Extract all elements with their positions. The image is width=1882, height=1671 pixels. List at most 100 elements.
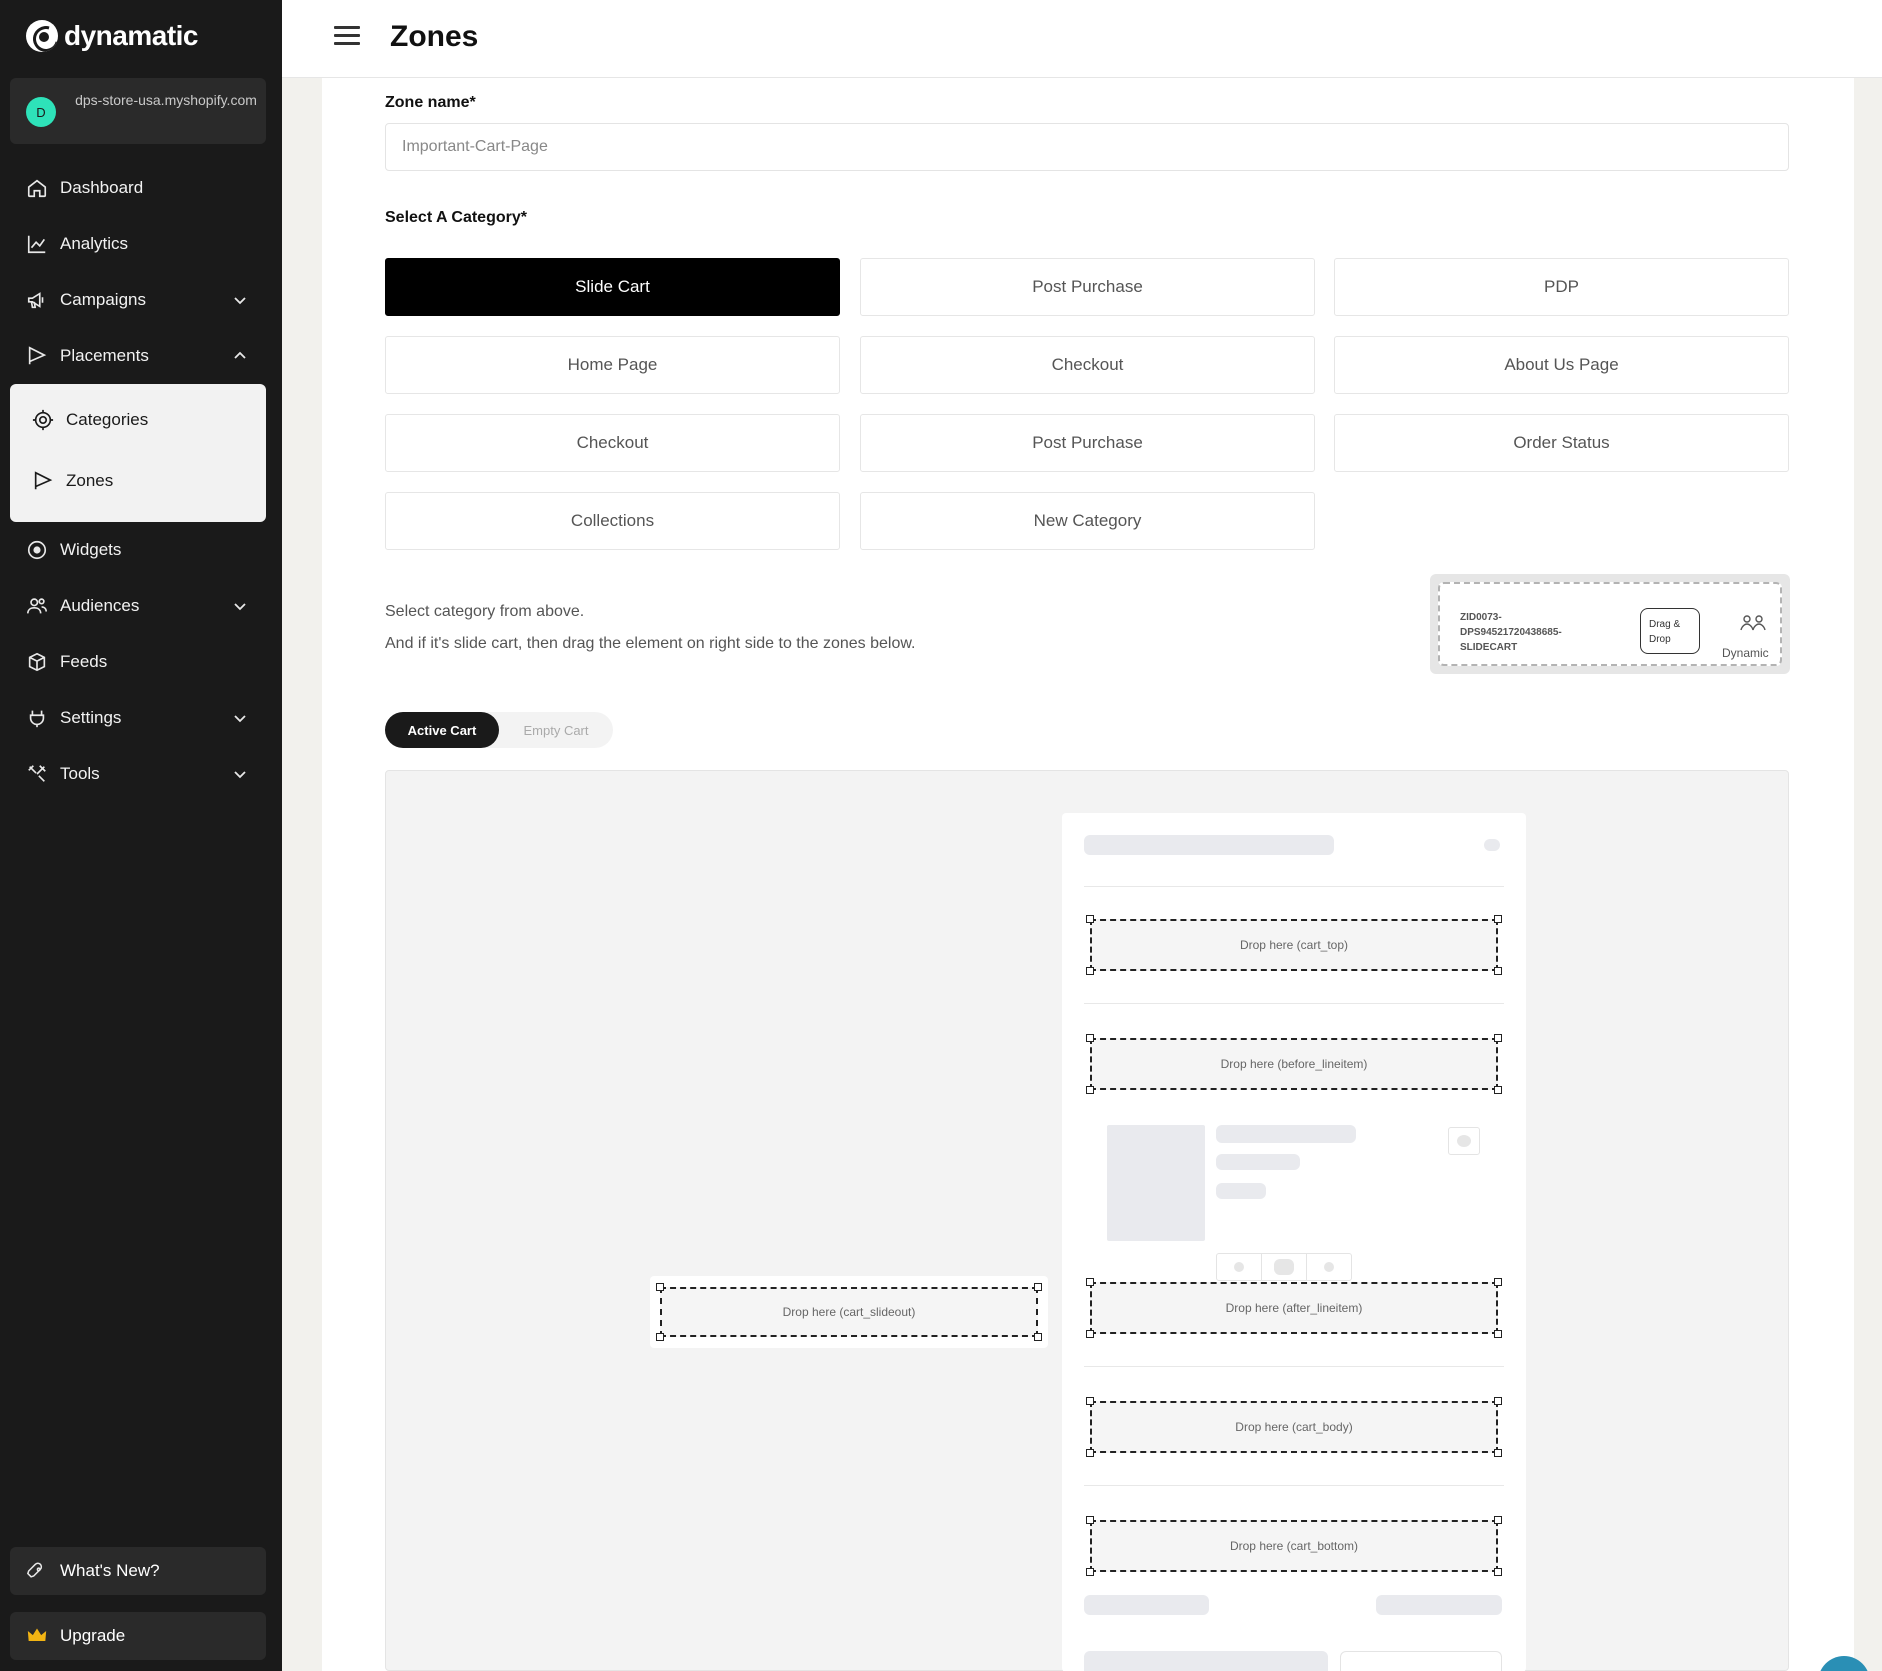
draggable-element[interactable]: ZID0073-DPS94521720438685-SLIDECART Drag… (1438, 582, 1782, 666)
drop-zone-cart-slideout[interactable]: Drop here (cart_slideout) (656, 1283, 1042, 1341)
draggable-element-container: ZID0073-DPS94521720438685-SLIDECART Drag… (1430, 574, 1790, 674)
skeleton-secondary-button (1340, 1651, 1502, 1671)
brand[interactable]: dynamatic (26, 20, 199, 52)
skeleton-subtotal-value (1376, 1595, 1502, 1615)
upgrade-button[interactable]: Upgrade (10, 1612, 266, 1660)
sidebar-item-label: Analytics (60, 234, 129, 253)
zone-element-id: ZID0073-DPS94521720438685-SLIDECART (1460, 612, 1562, 653)
chart-line-icon (26, 233, 48, 255)
sidebar-item-campaigns[interactable]: Campaigns (10, 278, 266, 322)
sidebar-item-categories[interactable]: Categories (10, 398, 266, 442)
sidebar-item-tools[interactable]: Tools (10, 752, 266, 796)
category-slide-cart[interactable]: Slide Cart (385, 258, 840, 316)
sidebar-item-dashboard[interactable]: Dashboard (10, 166, 266, 210)
category-new-category[interactable]: New Category (860, 492, 1315, 550)
drop-zone-label: Drop here (before_lineitem) (1220, 1057, 1368, 1071)
sidebar-item-label: Tools (60, 764, 100, 783)
target-icon (32, 409, 54, 431)
zone-name-input[interactable] (385, 123, 1789, 171)
chevron-down-icon (234, 715, 246, 723)
flag-icon (26, 345, 48, 367)
drop-zone-cart-bottom[interactable]: Drop here (cart_bottom) (1086, 1516, 1502, 1576)
drop-zone-label: Drop here (cart_body) (1235, 1420, 1353, 1434)
drop-zone-label: Drop here (cart_bottom) (1229, 1539, 1359, 1553)
category-post-purchase[interactable]: Post Purchase (860, 258, 1315, 316)
sidebar-item-placements[interactable]: Placements (10, 334, 266, 378)
top-bar: Zones (282, 0, 1882, 78)
hamburger-menu-icon[interactable] (334, 26, 360, 50)
chevron-down-icon (234, 297, 246, 305)
category-home-page[interactable]: Home Page (385, 336, 840, 394)
upgrade-label: Upgrade (60, 1626, 126, 1645)
cart-drawer-mock: Drop here (cart_top) Drop here (before_l… (1062, 813, 1526, 1671)
chevron-down-icon (234, 771, 246, 779)
drop-zone-after-lineitem[interactable]: Drop here (after_lineitem) (1086, 1278, 1502, 1338)
home-icon (26, 177, 48, 199)
category-about-us-page[interactable]: About Us Page (1334, 336, 1789, 394)
sidebar-item-label: Widgets (60, 540, 122, 559)
empty-cart-tab[interactable]: Empty Cart (499, 712, 613, 748)
store-avatar: D (26, 97, 56, 127)
zone-name-label: Zone name* (385, 94, 476, 111)
category-label: Select A Category* (385, 209, 527, 226)
crown-icon (26, 1625, 48, 1647)
sidebar-item-label: Feeds (60, 652, 108, 671)
skeleton-line (1216, 1125, 1356, 1143)
megaphone-icon (26, 289, 48, 311)
sidebar-item-feeds[interactable]: Feeds (10, 640, 266, 684)
category-checkout[interactable]: Checkout (860, 336, 1315, 394)
chevron-up-icon (234, 351, 246, 359)
divider (1084, 1485, 1504, 1486)
skeleton-line (1216, 1183, 1266, 1199)
chevron-down-icon (234, 603, 246, 611)
drop-zone-label: Drop here (cart_top) (1239, 938, 1349, 952)
sidebar-item-analytics[interactable]: Analytics (10, 222, 266, 266)
skeleton-remove (1448, 1127, 1480, 1155)
hint-line-1: Select category from above. (385, 603, 585, 620)
dynamic-icon (1740, 615, 1766, 631)
active-cart-tab[interactable]: Active Cart (385, 712, 499, 748)
skeleton-close (1484, 839, 1500, 851)
drop-zone-before-lineitem[interactable]: Drop here (before_lineitem) (1086, 1034, 1502, 1094)
slide-cart-preview: Drop here (cart_slideout) Drop here (car… (385, 770, 1789, 1671)
drop-zone-cart-body[interactable]: Drop here (cart_body) (1086, 1397, 1502, 1457)
page-title: Zones (390, 20, 479, 53)
store-switcher[interactable]: D dps-store-usa.myshopify.com (10, 78, 266, 144)
drop-zone-label: Drop here (cart_slideout) (782, 1305, 916, 1319)
zone-form-card: Zone name* Select A Category* Slide Cart… (322, 78, 1854, 1671)
users-icon (26, 595, 48, 617)
sidebar-item-label: Campaigns (60, 290, 146, 309)
whats-new-label: What's New? (60, 1561, 160, 1580)
dynamatic-logo-icon (26, 20, 58, 52)
tools-icon (26, 763, 48, 785)
slideout-wrapper: Drop here (cart_slideout) (650, 1276, 1048, 1348)
sidebar-item-settings[interactable]: Settings (10, 696, 266, 740)
sidebar-item-audiences[interactable]: Audiences (10, 584, 266, 628)
sidebar-item-label: Categories (66, 410, 149, 429)
sidebar-item-zones[interactable]: Zones (10, 459, 266, 503)
category-order-status[interactable]: Order Status (1334, 414, 1789, 472)
skeleton-checkout-button (1084, 1651, 1328, 1671)
flag-icon (32, 470, 54, 492)
sidebar-item-label: Dashboard (60, 178, 144, 197)
divider (1084, 1366, 1504, 1367)
category-post-purchase-2[interactable]: Post Purchase (860, 414, 1315, 472)
drop-zone-label: Drop here (after_lineitem) (1225, 1301, 1363, 1315)
category-pdp[interactable]: PDP (1334, 258, 1789, 316)
dynamic-label: Dynamic (1722, 646, 1769, 660)
whats-new-button[interactable]: What's New? (10, 1547, 266, 1595)
category-collections[interactable]: Collections (385, 492, 840, 550)
divider (1084, 1003, 1504, 1004)
drop-zone-cart-top[interactable]: Drop here (cart_top) (1086, 915, 1502, 975)
category-checkout-2[interactable]: Checkout (385, 414, 840, 472)
sidebar-item-label: Zones (66, 471, 114, 490)
skeleton-subtotal-label (1084, 1595, 1209, 1615)
sidebar-item-label: Audiences (60, 596, 140, 615)
sidebar-item-label: Settings (60, 708, 122, 727)
hint-line-2: And if it's slide cart, then drag the el… (385, 635, 916, 652)
box-icon (26, 651, 48, 673)
widget-circle-icon (26, 539, 48, 561)
sidebar-item-widgets[interactable]: Widgets (10, 528, 266, 572)
sidebar: dynamatic D dps-store-usa.myshopify.com … (0, 0, 282, 1671)
cart-state-toggle: Active Cart Empty Cart (385, 712, 613, 748)
